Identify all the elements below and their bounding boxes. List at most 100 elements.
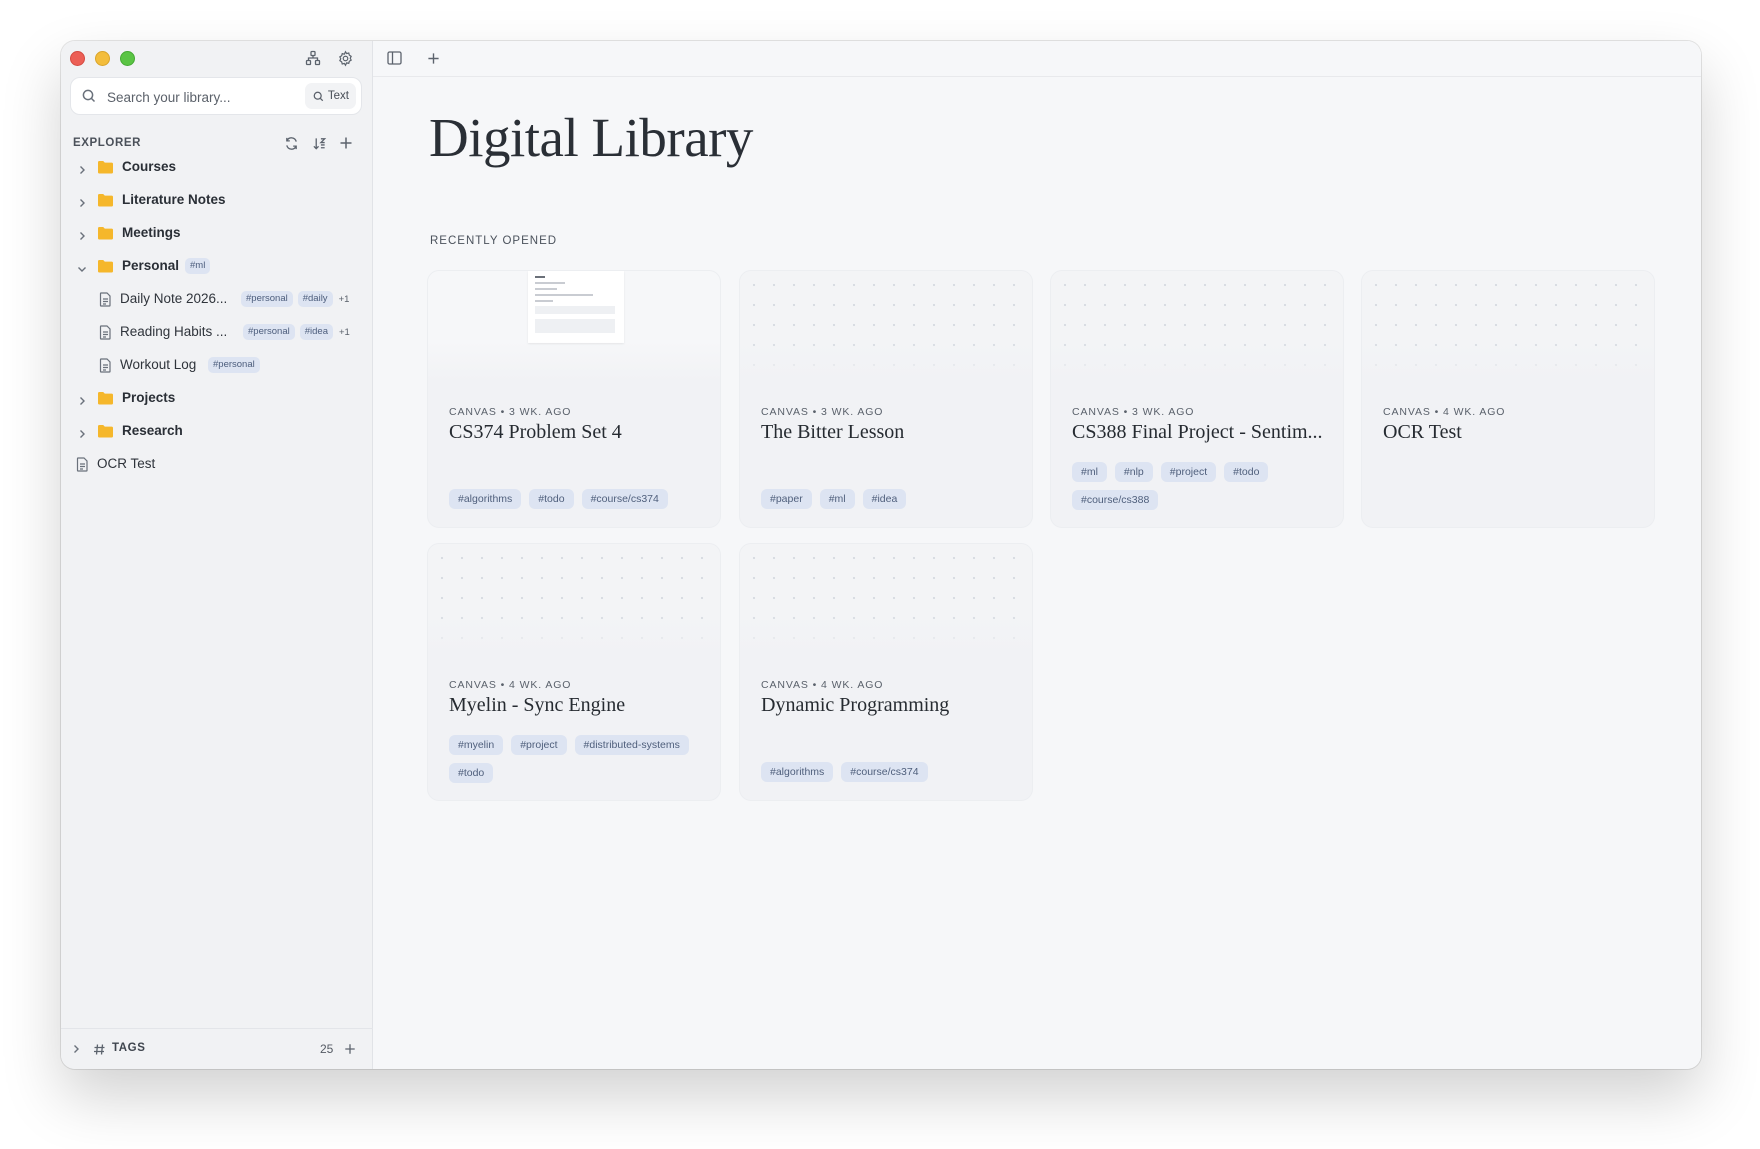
folder-tag[interactable]: #ml [185, 258, 211, 274]
refresh-icon[interactable] [282, 134, 300, 152]
close-window-button[interactable] [70, 51, 85, 66]
chevron-right-icon[interactable] [77, 228, 87, 246]
file-tag[interactable]: #personal [241, 291, 293, 307]
file-label: Daily Note 2026... [120, 291, 228, 306]
plus-icon[interactable] [337, 134, 355, 152]
folder-icon [97, 424, 114, 443]
folder-label: Meetings [122, 225, 181, 240]
card-tag[interactable]: #todo [1224, 462, 1269, 482]
folder-label: Personal [122, 258, 180, 273]
recent-card[interactable]: CANVAS • 4 WK. AGO Dynamic Programming #… [739, 543, 1033, 801]
card-title: The Bitter Lesson [761, 421, 905, 443]
card-tag[interactable]: #ml [1072, 462, 1107, 482]
search-icon [82, 89, 96, 108]
file-label: Workout Log [120, 357, 197, 372]
more-tags-count: +1 [338, 326, 350, 338]
card-tag[interactable]: #project [1160, 462, 1217, 482]
recent-card[interactable]: CANVAS • 3 WK. AGO The Bitter Lesson #pa… [739, 270, 1033, 528]
chevron-down-icon[interactable] [77, 261, 87, 279]
app-window: Text EXPLORER Courses [61, 41, 1701, 1069]
card-preview [1362, 271, 1654, 381]
tags-section-label[interactable]: TAGS [112, 1042, 146, 1054]
file-reading-habits[interactable]: Reading Habits ... #personal #idea +1 [61, 318, 373, 346]
card-tag[interactable]: #ml [819, 489, 855, 509]
card-preview [1051, 271, 1343, 381]
folder-research[interactable]: Research [61, 417, 373, 445]
search-box: Text [70, 77, 362, 116]
recent-card[interactable]: CANVAS • 3 WK. AGO CS374 Problem Set 4 #… [427, 270, 721, 528]
folder-projects[interactable]: Projects [61, 384, 373, 412]
card-preview [740, 271, 1032, 381]
card-title: Dynamic Programming [761, 694, 950, 716]
chevron-right-icon[interactable] [77, 393, 87, 411]
file-tag[interactable]: #personal [243, 324, 295, 340]
file-tag[interactable]: #idea [299, 324, 333, 340]
card-tag[interactable]: #distributed-systems [574, 735, 689, 755]
card-tag[interactable]: #paper [761, 489, 812, 509]
file-workout-log[interactable]: Workout Log #personal [61, 351, 373, 379]
page-title: Digital Library [429, 107, 753, 168]
folder-label: Projects [122, 390, 176, 405]
search-mode-icon [313, 91, 324, 101]
card-meta: CANVAS • 3 WK. AGO [1072, 406, 1195, 418]
file-label: Reading Habits ... [120, 324, 228, 339]
card-tag[interactable]: #course/cs374 [581, 489, 668, 509]
chevron-right-icon[interactable] [77, 426, 87, 444]
explorer-header: EXPLORER [73, 134, 363, 154]
card-tag[interactable]: #myelin [449, 735, 504, 755]
search-input[interactable] [105, 78, 279, 116]
file-tag[interactable]: #personal [208, 357, 260, 373]
folder-personal[interactable]: Personal #ml [61, 252, 373, 280]
file-tag[interactable]: #daily [297, 291, 333, 307]
card-tag[interactable]: #algorithms [761, 762, 834, 782]
zoom-window-button[interactable] [120, 51, 135, 66]
card-tag[interactable]: #algorithms [449, 489, 522, 509]
document-icon [99, 325, 112, 345]
card-tag[interactable]: #idea [862, 489, 907, 509]
sidebar: Text EXPLORER Courses [61, 41, 373, 1069]
document-icon [76, 457, 89, 477]
recent-card[interactable]: CANVAS • 4 WK. AGO Myelin - Sync Engine … [427, 543, 721, 801]
minimize-window-button[interactable] [95, 51, 110, 66]
card-tag[interactable]: #project [511, 735, 567, 755]
card-meta: CANVAS • 3 WK. AGO [761, 406, 884, 418]
folder-literature-notes[interactable]: Literature Notes [61, 186, 373, 214]
recent-card[interactable]: CANVAS • 3 WK. AGO CS388 Final Project -… [1050, 270, 1344, 528]
card-tag[interactable]: #course/cs388 [1072, 490, 1159, 510]
folder-meetings[interactable]: Meetings [61, 219, 373, 247]
explorer-title: EXPLORER [73, 137, 142, 149]
folder-courses[interactable]: Courses [61, 153, 373, 181]
document-icon [99, 292, 112, 312]
chevron-right-icon[interactable] [77, 162, 87, 180]
file-daily-note[interactable]: Daily Note 2026... #personal #daily +1 [61, 285, 373, 313]
card-title: OCR Test [1383, 421, 1462, 443]
document-icon [99, 358, 112, 378]
tab-bar [373, 41, 1701, 77]
new-tab-icon[interactable] [424, 49, 442, 67]
card-tag[interactable]: #todo [529, 489, 574, 509]
more-tags-count: +1 [338, 293, 350, 305]
recent-card[interactable]: CANVAS • 4 WK. AGO OCR Test [1361, 270, 1655, 528]
chevron-right-icon[interactable] [77, 195, 87, 213]
card-tag[interactable]: #nlp [1114, 462, 1153, 482]
folder-label: Research [122, 423, 183, 438]
add-tag-icon[interactable] [343, 1042, 357, 1056]
sort-icon[interactable] [310, 134, 328, 152]
card-preview [740, 544, 1032, 654]
card-preview [428, 271, 720, 381]
sidebar-toggle-icon[interactable] [385, 49, 403, 67]
gear-icon[interactable] [335, 48, 355, 68]
chevron-right-icon[interactable] [71, 1043, 81, 1055]
card-title: Myelin - Sync Engine [449, 694, 626, 716]
card-tag[interactable]: #course/cs374 [841, 762, 928, 782]
card-tag[interactable]: #todo [449, 763, 494, 783]
tags-section: TAGS 25 [61, 1028, 373, 1069]
graph-icon[interactable] [303, 48, 323, 68]
search-mode-label: Text [327, 90, 349, 102]
folder-icon [97, 193, 114, 212]
card-preview [428, 544, 720, 654]
section-label: RECENTLY OPENED [430, 235, 558, 247]
card-meta: CANVAS • 3 WK. AGO [449, 406, 572, 418]
search-mode-button[interactable]: Text [304, 83, 356, 109]
file-ocr-test[interactable]: OCR Test [61, 450, 373, 478]
